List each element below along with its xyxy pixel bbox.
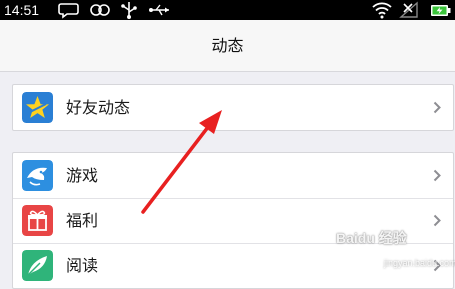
discover-group: 游戏 福利 阅读 xyxy=(12,152,454,289)
chevron-right-icon xyxy=(433,169,441,182)
speech-bubble-icon xyxy=(58,3,79,19)
qzone-star-icon xyxy=(22,92,53,123)
welfare-label: 福利 xyxy=(66,211,99,230)
page-title: 动态 xyxy=(211,36,244,55)
reading-label: 阅读 xyxy=(66,256,99,275)
usb-icon xyxy=(121,2,137,19)
battery-charging-icon xyxy=(431,5,451,16)
games-label: 游戏 xyxy=(66,166,99,185)
baidu-watermark: Baidu 经验 xyxy=(336,230,407,246)
usb-trident-icon xyxy=(149,4,169,16)
chevron-right-icon xyxy=(433,214,441,227)
nav-bar: 动态 xyxy=(0,20,455,72)
chevron-right-icon xyxy=(433,101,441,114)
games-row[interactable]: 游戏 xyxy=(13,153,453,198)
friend-activity-row[interactable]: 好友动态 xyxy=(13,85,453,130)
infinity-icon xyxy=(90,4,110,16)
baidu-watermark-url: jingyan.baidu.com xyxy=(384,258,455,268)
status-bar: 14:51 xyxy=(0,0,455,20)
friends-group: 好友动态 xyxy=(12,84,454,131)
game-shark-icon xyxy=(22,160,53,191)
wifi-icon xyxy=(372,2,392,19)
status-time: 14:51 xyxy=(4,2,40,18)
friend-activity-label: 好友动态 xyxy=(66,98,131,117)
signal-off-icon xyxy=(399,1,418,18)
gift-icon xyxy=(22,205,53,236)
feather-icon xyxy=(22,250,53,281)
